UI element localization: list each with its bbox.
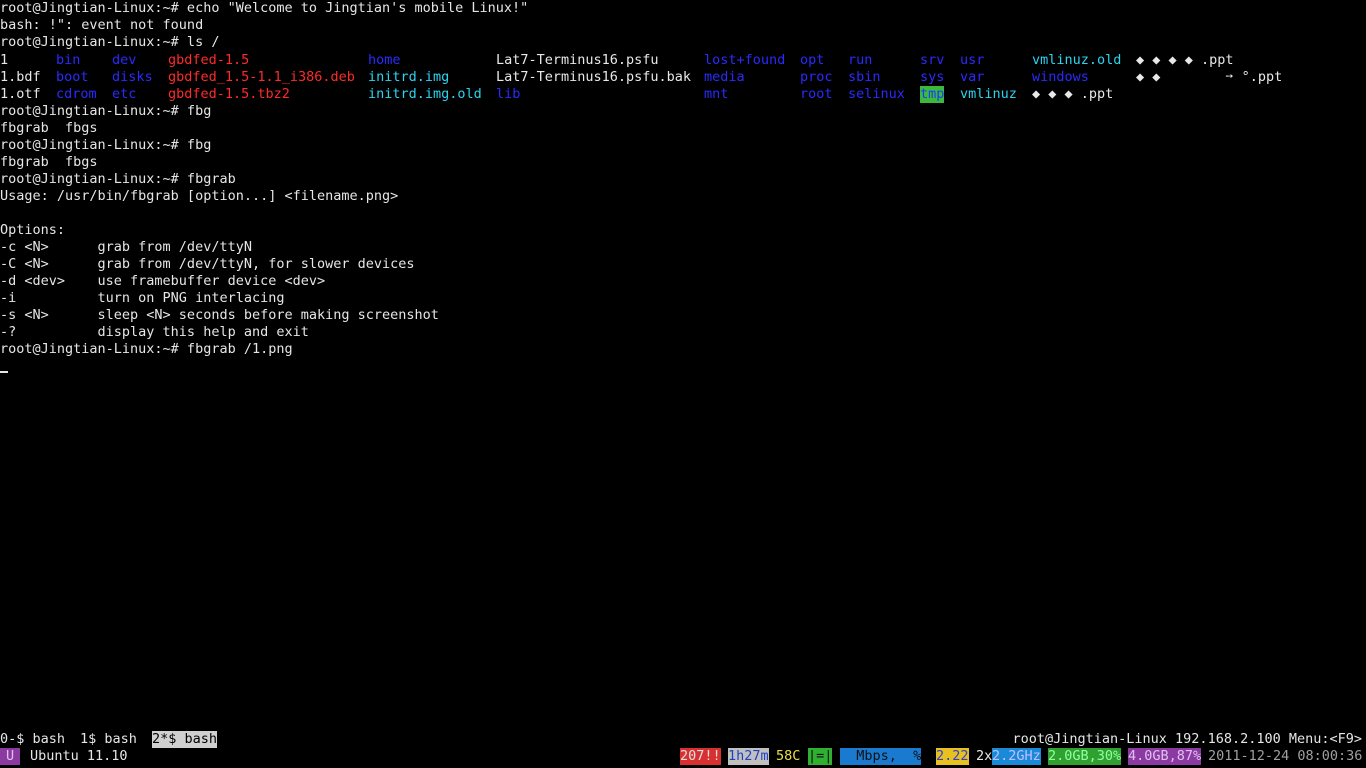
screen-window-bar: 0-$ bash 1$ bash 2*$ bash root@Jingtian-…	[0, 731, 1366, 748]
terminal-line: Usage: /usr/bin/fbgrab [option...] <file…	[0, 188, 399, 204]
terminal-line: -d <dev> use framebuffer device <dev>	[0, 273, 326, 289]
terminal-line: -? display this help and exit	[0, 324, 309, 340]
ls-entry: Lat7-Terminus16.psfu.bak	[496, 69, 692, 85]
terminal-line: -i turn on PNG interlacing	[0, 290, 285, 306]
ls-entry: ◆ ◆ ➙ °.ppt	[1136, 69, 1283, 85]
byobu-status-bar: U Ubuntu 11.10 207!! 1h27m 58C |=| Mbps,…	[0, 748, 1366, 765]
terminal-line: root@Jingtian-Linux:~# echo "Welcome to …	[0, 0, 529, 16]
host-info: root@Jingtian-Linux 192.168.2.100 Menu:<…	[1012, 731, 1363, 747]
ls-entry: selinux	[848, 86, 905, 102]
terminal-line: -c <N> grab from /dev/ttyN	[0, 239, 252, 255]
ls-entry: lib	[496, 86, 521, 102]
ls-entry: media	[704, 69, 745, 85]
ls-entry: gbdfed_1.5-1.1_i386.deb	[168, 69, 355, 85]
date-time: 2011-12-24 08:00:36	[1208, 748, 1363, 764]
ls-entry: windows	[1032, 69, 1089, 85]
terminal-line: fbgrab fbgs	[0, 120, 98, 136]
wifi-indicator: Mbps, %	[840, 748, 922, 765]
window-tab-1[interactable]: 1$ bash	[80, 731, 137, 748]
ls-entry: dev	[112, 52, 137, 68]
terminal-line: root@Jingtian-Linux:~# fbg	[0, 103, 212, 119]
ls-entry: proc	[800, 69, 833, 85]
battery-indicator: |=|	[808, 748, 833, 765]
memory-usage: 2.0GB,30%	[1048, 748, 1122, 765]
load-average: 2.22	[936, 748, 969, 765]
ls-entry: sbin	[848, 69, 881, 85]
ls-entry: gbdfed-1.5.tbz2	[168, 86, 290, 102]
ls-entry: run	[848, 52, 873, 68]
ls-entry: initrd.img.old	[368, 86, 482, 102]
ls-entry: usr	[960, 52, 985, 68]
window-tab-2-active[interactable]: 2*$ bash	[152, 731, 218, 748]
ls-entry: ◆ ◆ ◆ ◆ .ppt	[1136, 52, 1234, 68]
release-label: Ubuntu 11.10	[30, 748, 128, 764]
disk-usage: 4.0GB,87%	[1128, 748, 1202, 765]
terminal-screen[interactable]: root@Jingtian-Linux:~# echo "Welcome to …	[0, 0, 1366, 730]
uptime-indicator: 1h27m	[728, 748, 769, 765]
ls-entry: bin	[56, 52, 81, 68]
ls-entry: 1.bdf	[0, 69, 41, 85]
ls-entry: tmp	[920, 86, 945, 103]
ls-entry: initrd.img	[368, 69, 450, 85]
ls-entry: 1.otf	[0, 86, 41, 102]
ls-entry: etc	[112, 86, 137, 102]
temperature-indicator: 58C	[776, 748, 801, 764]
ubuntu-logo-icon: U	[0, 748, 21, 765]
cpu-count: 2x	[976, 748, 993, 764]
ls-entry: srv	[920, 52, 945, 68]
ls-entry: mnt	[704, 86, 729, 102]
ls-entry: Lat7-Terminus16.psfu	[496, 52, 659, 68]
ls-entry: 1	[0, 52, 9, 68]
ls-entry: vmlinuz.old	[1032, 52, 1122, 68]
ls-entry: var	[960, 69, 985, 85]
ls-entry: vmlinuz	[960, 86, 1017, 102]
updates-badge: 207!!	[680, 748, 721, 765]
window-tab-0[interactable]: 0-$ bash	[0, 731, 65, 748]
terminal-line: root@Jingtian-Linux:~# fbg	[0, 137, 212, 153]
cpu-frequency: 2.2GHz	[992, 748, 1041, 765]
ls-entry: ◆ ◆ ◆ .ppt	[1032, 86, 1114, 102]
ls-entry: opt	[800, 52, 825, 68]
ls-entry: root	[800, 86, 833, 102]
terminal-line: Options:	[0, 222, 66, 238]
terminal-line: -s <N> sleep <N> seconds before making s…	[0, 307, 439, 323]
text-cursor	[0, 371, 8, 373]
ls-entry: boot	[56, 69, 89, 85]
ls-entry: lost+found	[704, 52, 786, 68]
terminal-line: bash: !": event not found	[0, 17, 204, 33]
terminal-line: root@Jingtian-Linux:~# fbgrab	[0, 171, 236, 187]
terminal-line: fbgrab fbgs	[0, 154, 98, 170]
terminal-line: root@Jingtian-Linux:~# ls /	[0, 34, 220, 50]
ls-entry: cdrom	[56, 86, 97, 102]
terminal-line: -C <N> grab from /dev/ttyN, for slower d…	[0, 256, 415, 272]
ls-entry: home	[368, 52, 401, 68]
terminal-line: root@Jingtian-Linux:~# fbgrab /1.png	[0, 341, 293, 357]
ls-entry: disks	[112, 69, 153, 85]
ls-entry: sys	[920, 69, 945, 85]
ls-entry: gbdfed-1.5	[168, 52, 250, 68]
